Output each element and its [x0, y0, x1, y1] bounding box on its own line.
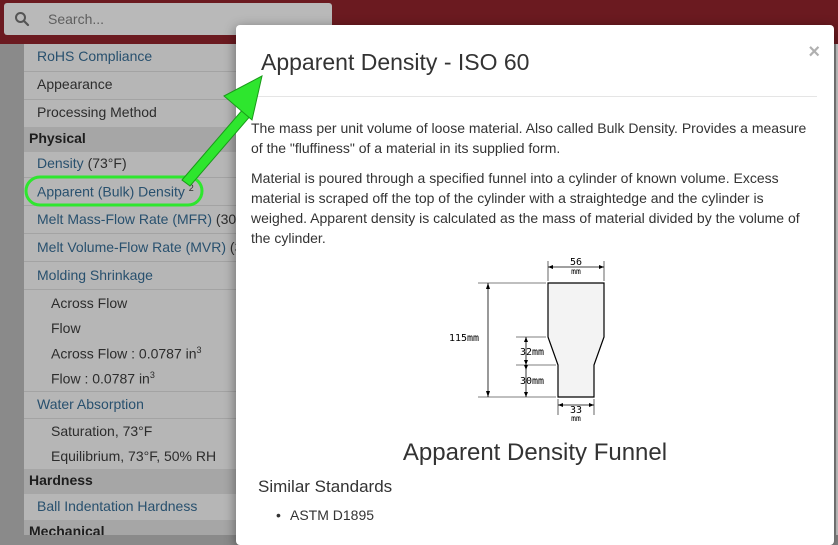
menu-item-label: Appearance: [37, 76, 113, 92]
menu-item-label: Across Flow: [51, 295, 128, 311]
menu-item-label: Equilibrium, 73°F, 50% RH: [51, 448, 217, 464]
definition-paragraph: The mass per unit volume of loose materi…: [251, 120, 807, 156]
menu-item-label: Ball Indentation Hardness: [37, 498, 198, 514]
divider: [24, 391, 238, 392]
menu-subitem-saturation: Saturation, 73°F: [51, 423, 238, 439]
menu-item-label: Melt Mass-Flow Rate (MFR): [37, 211, 213, 227]
divider: [24, 289, 238, 290]
mid-segment-value: 32mm: [520, 347, 544, 358]
menu-item-condition: (30: [212, 211, 237, 227]
footnote-marker: 3: [196, 345, 202, 355]
menu-item-label: Apparent (Bulk) Density: [37, 183, 185, 200]
search-input[interactable]: Search...: [48, 11, 104, 27]
similar-standards-heading: Similar Standards: [258, 477, 393, 496]
bottom-width-unit: mm: [571, 414, 581, 423]
menu-item-density[interactable]: Density (73°F): [37, 155, 238, 171]
menu-item-label: Density: [37, 155, 84, 171]
section-label: Physical: [29, 130, 86, 146]
divider: [24, 233, 238, 234]
section-label: Hardness: [29, 472, 93, 488]
menu-item-label: Melt Volume-Flow Rate (MVR): [37, 239, 227, 255]
figure-caption: Apparent Density Funnel: [402, 439, 668, 466]
divider: [24, 261, 238, 262]
menu-item-label: Across Flow : 0.0787 in: [51, 345, 197, 362]
funnel-diagram: 56 mm 115mm 32mm 30mm 33 mm: [449, 257, 605, 423]
divider: [24, 418, 238, 419]
menu-item-label: Flow : 0.0787 in: [51, 370, 150, 387]
menu-item-condition: (73°F): [83, 155, 127, 171]
divider: [24, 99, 238, 100]
close-icon[interactable]: ×: [808, 41, 820, 64]
bullet: •: [276, 507, 281, 523]
funnel-shape: [547, 282, 605, 398]
modal-title: Apparent Density - ISO 60: [261, 49, 530, 75]
divider: [24, 177, 238, 178]
footnote-marker: 3: [149, 370, 155, 380]
menu-item-label: Saturation, 73°F: [51, 423, 153, 439]
property-menu: RoHS Compliance Appearance Processing Me…: [24, 44, 238, 535]
menu-item-ball-indentation[interactable]: Ball Indentation Hardness: [37, 498, 238, 514]
menu-subitem-across-flow-thickness: Across Flow : 0.0787 in3: [51, 345, 238, 362]
info-modal: Apparent Density - ISO 60 × The mass per…: [236, 25, 834, 545]
section-header-physical: Physical: [24, 127, 238, 152]
menu-item-rohs[interactable]: RoHS Compliance: [37, 48, 238, 64]
method-paragraph: Material is poured through a specified f…: [251, 170, 800, 246]
menu-subitem-flow-thickness: Flow : 0.0787 in3: [51, 370, 238, 387]
section-header-hardness: Hardness: [24, 469, 238, 494]
menu-item-appearance: Appearance: [37, 76, 238, 92]
footnote-marker: 2: [188, 183, 194, 193]
menu-item-mvr[interactable]: Melt Volume-Flow Rate (MVR) (3: [37, 239, 238, 255]
menu-subitem-equilibrium: Equilibrium, 73°F, 50% RH: [51, 448, 238, 464]
similar-standard-item: • ASTM D1895: [276, 507, 374, 523]
menu-subitem-across-flow: Across Flow: [51, 295, 238, 311]
divider: [24, 205, 238, 206]
search-icon: [15, 12, 30, 27]
menu-item-mfr[interactable]: Melt Mass-Flow Rate (MFR) (30: [37, 211, 238, 227]
section-header-mechanical: Mechanical: [24, 520, 238, 535]
low-segment-value: 30mm: [520, 376, 544, 387]
menu-item-label: Processing Method: [37, 104, 157, 120]
standard-label: ASTM D1895: [290, 507, 375, 523]
menu-item-molding-shrinkage[interactable]: Molding Shrinkage: [37, 267, 238, 283]
height-value: 115mm: [449, 333, 479, 344]
top-width-unit: mm: [571, 267, 581, 276]
menu-subitem-flow: Flow: [51, 320, 238, 336]
menu-item-label: Flow: [51, 320, 81, 336]
menu-item-label: RoHS Compliance: [37, 48, 153, 64]
menu-item-label: Water Absorption: [37, 396, 144, 412]
divider: [24, 71, 238, 72]
modal-divider: [251, 96, 817, 97]
menu-item-processing-method: Processing Method: [37, 104, 238, 120]
menu-item-apparent-density[interactable]: Apparent (Bulk) Density 2: [37, 183, 238, 200]
menu-item-label: Molding Shrinkage: [37, 267, 153, 283]
section-label: Mechanical: [29, 523, 105, 535]
menu-item-water-absorption[interactable]: Water Absorption: [37, 396, 238, 412]
